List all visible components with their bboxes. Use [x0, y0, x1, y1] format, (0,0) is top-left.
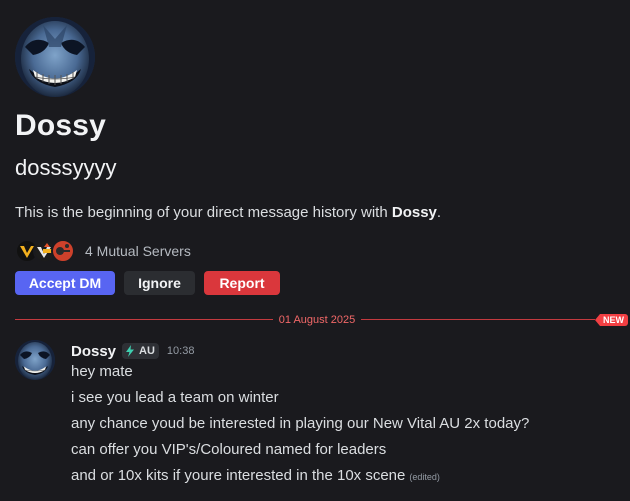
date-divider: 01 August 2025 NEW [15, 312, 628, 328]
new-messages-badge: NEW [595, 314, 628, 326]
message-line: any chance youd be interested in playing… [71, 415, 530, 432]
profile-avatar[interactable] [15, 17, 95, 97]
intro-name: Dossy [391, 204, 437, 221]
mutual-servers-label: 4 Mutual Servers [85, 243, 191, 259]
message-line-last: and or 10x kits if youre interested in t… [71, 465, 529, 491]
divider-date: 01 August 2025 [278, 314, 356, 326]
edited-label: (edited) [409, 472, 440, 482]
dm-intro-text: This is the beginning of your direct mes… [15, 203, 441, 223]
display-name: Dossy [15, 109, 107, 142]
message-lines: hey mate i see you lead a team on winter… [71, 361, 529, 491]
lightning-icon [126, 345, 135, 357]
divider-line-left [15, 319, 273, 320]
server-tag-label: AU [139, 345, 155, 357]
message-line: hey mate [71, 363, 133, 380]
message-author[interactable]: Dossy [71, 343, 116, 360]
message-request-actions: Accept DM Ignore Report [15, 271, 280, 295]
server-rust-icon [51, 239, 75, 263]
new-badge-label: NEW [600, 314, 628, 326]
message-line: can offer you VIP's/Coloured named for l… [71, 441, 387, 458]
username: dosssyyyy [15, 155, 117, 180]
divider-line-right [361, 319, 595, 320]
message-line: i see you lead a team on winter [71, 389, 279, 406]
ignore-button[interactable]: Ignore [124, 271, 195, 295]
intro-suffix: . [436, 204, 442, 221]
intro-prefix: This is the beginning of your direct mes… [15, 204, 392, 221]
message-author-avatar[interactable] [15, 340, 55, 380]
accept-dm-button[interactable]: Accept DM [15, 271, 115, 295]
server-tag[interactable]: AU [122, 343, 159, 359]
message-line-text: and or 10x kits if youre interested in t… [71, 467, 406, 484]
report-button[interactable]: Report [204, 271, 280, 295]
message-header: Dossy AU 10:38 [71, 340, 194, 362]
message-timestamp[interactable]: 10:38 [167, 345, 195, 357]
mutual-servers[interactable]: 4 Mutual Servers [15, 239, 191, 263]
